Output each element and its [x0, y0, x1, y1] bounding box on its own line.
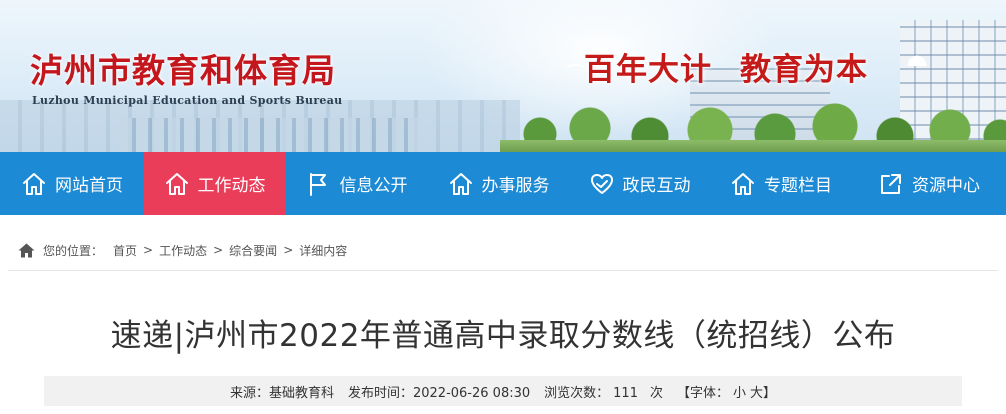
article-source: 来源：基础教育科 — [230, 382, 334, 401]
slogan-part1: 百年大计 — [584, 52, 712, 88]
font-size-control: 【字体：小大】 — [677, 382, 776, 401]
font-size-label: 【字体： — [677, 385, 730, 401]
breadcrumb-separator: > — [213, 243, 224, 257]
nav-item-label: 资源中心 — [912, 176, 980, 196]
nav-item-special-topics[interactable]: 专题栏目 — [710, 152, 852, 215]
article-meta-bar: 来源：基础教育科 发布时间：2022-06-26 08:30 浏览次数： 111 次… — [44, 376, 962, 406]
views-count: 111 — [613, 385, 638, 401]
main-nav: 网站首页 工作动态 信息公开 办事服务 政民互动 专题栏目 资源中心 — [0, 152, 1006, 215]
article-views: 浏览次数： 111 次 — [544, 382, 663, 401]
font-size-close: 】 — [763, 385, 777, 401]
source-value: 基础教育科 — [268, 385, 334, 401]
site-title[interactable]: 泸州市教育和体育局 — [30, 44, 336, 92]
breadcrumb-link-general-news[interactable]: 综合要闻 — [229, 242, 277, 259]
nav-item-interaction[interactable]: 政民互动 — [569, 152, 710, 215]
breadcrumb-link-work-news[interactable]: 工作动态 — [159, 242, 207, 259]
date-label: 发布时间： — [347, 385, 413, 401]
nav-item-label: 信息公开 — [339, 176, 408, 196]
nav-item-label: 办事服务 — [481, 176, 550, 196]
nav-item-services[interactable]: 办事服务 — [428, 152, 569, 215]
nav-item-home[interactable]: 网站首页 — [0, 152, 144, 215]
date-value: 2022-06-26 08:30 — [412, 385, 531, 401]
share-box-icon — [881, 173, 901, 194]
article-title: 速递|泸州市2022年普通高中录取分数线（统招线）公布 — [110, 318, 896, 354]
site-subtitle: Luzhou Municipal Education and Sports Bu… — [32, 94, 343, 107]
home-icon — [18, 243, 35, 257]
heart-hands-icon — [590, 173, 613, 194]
article-date: 发布时间：2022-06-26 08:30 — [348, 382, 530, 401]
font-large-button[interactable]: 大 — [750, 386, 763, 401]
home-icon — [732, 172, 754, 195]
home-icon — [23, 172, 45, 195]
views-label: 浏览次数： — [544, 385, 610, 401]
divider — [8, 270, 998, 271]
slogan-part2: 教育为本 — [740, 52, 868, 88]
views-unit: 次 — [649, 385, 663, 401]
flag-icon — [309, 172, 326, 196]
breadcrumb-separator: > — [283, 243, 294, 257]
nav-item-label: 专题栏目 — [764, 176, 832, 196]
source-label: 来源： — [229, 385, 269, 401]
font-small-button[interactable]: 小 — [733, 386, 746, 401]
bird-icon — [566, 64, 584, 72]
breadcrumb: 您的位置： 首页 > 工作动态 > 综合要闻 > 详细内容 — [18, 241, 347, 259]
banner-ground — [500, 140, 1006, 152]
breadcrumb-separator: > — [143, 243, 154, 257]
nav-item-info-disclosure[interactable]: 信息公开 — [285, 152, 428, 215]
nav-item-label: 工作动态 — [197, 176, 266, 196]
dove-icon — [906, 54, 928, 66]
breadcrumb-current: 详细内容 — [299, 243, 348, 258]
slogan: 百年大计 教育为本 — [584, 44, 868, 89]
nav-item-label: 网站首页 — [55, 176, 123, 196]
nav-item-work-news[interactable]: 工作动态 — [144, 152, 285, 215]
banner-buildings-left-low — [120, 118, 420, 152]
home-icon — [449, 172, 472, 195]
breadcrumb-link-home[interactable]: 首页 — [113, 242, 137, 259]
breadcrumb-prefix: 您的位置： — [43, 243, 104, 258]
home-icon — [165, 172, 188, 195]
nav-item-label: 政民互动 — [622, 176, 691, 196]
nav-item-resource-center[interactable]: 资源中心 — [852, 152, 1006, 215]
header-banner: 泸州市教育和体育局 Luzhou Municipal Education and… — [0, 0, 1006, 152]
